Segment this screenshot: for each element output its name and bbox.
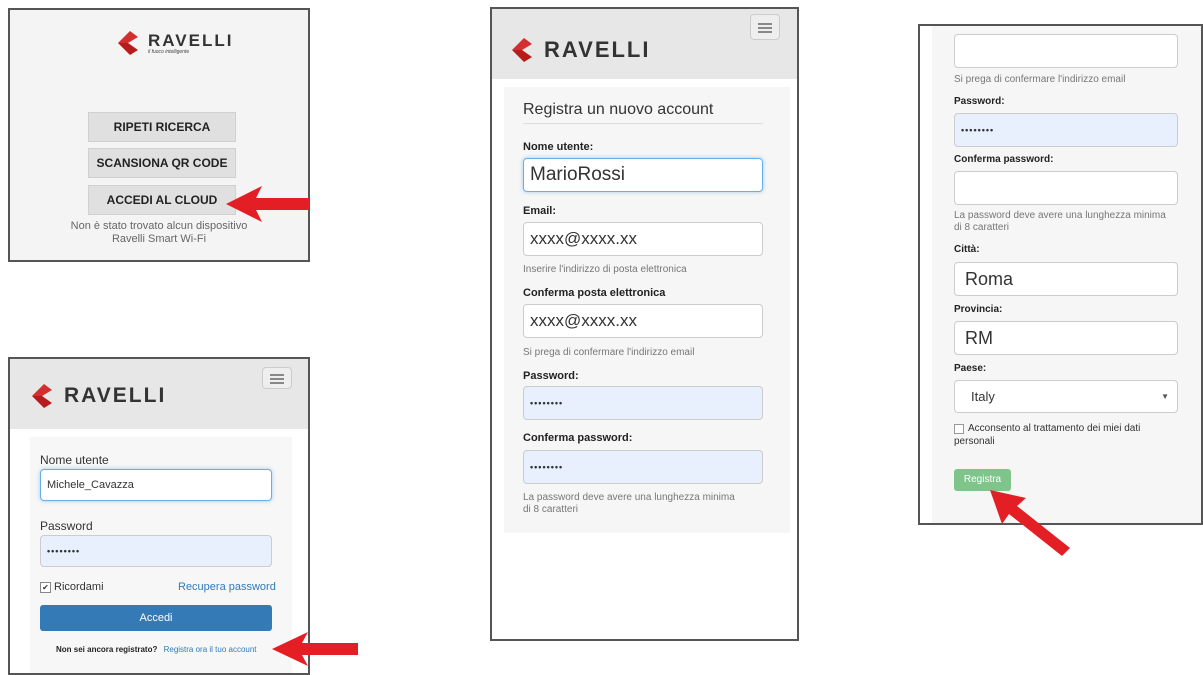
scan-qr-button[interactable]: SCANSIONA QR CODE	[88, 148, 236, 178]
ravelli-logo: RAVELLI	[508, 35, 650, 65]
login-button[interactable]: Accedi	[40, 605, 272, 631]
chevron-down-icon: ▼	[1161, 392, 1169, 401]
province-value: RM	[965, 327, 993, 348]
confirm-password-field[interactable]: ••••••••	[523, 450, 763, 484]
email-field[interactable]: xxxx@xxxx.xx	[523, 222, 763, 256]
no-device-line2: Ravelli Smart Wi-Fi	[111, 233, 207, 245]
city-value: Roma	[965, 268, 1014, 289]
confirm-password-label: Conferma password:	[523, 432, 633, 444]
ravelli-logo: RAVELLI	[28, 381, 166, 411]
confirm-email-help: Si prega di confermare l'indirizzo email	[954, 74, 1126, 85]
registration-header: RAVELLI	[492, 9, 797, 79]
title-divider	[523, 123, 763, 124]
recover-password-link[interactable]: Recupera password	[178, 581, 276, 593]
checkbox-unchecked-icon[interactable]	[954, 423, 964, 434]
username-field[interactable]: Michele_Cavazza	[40, 469, 272, 501]
registration-title: Registra un nuovo account	[523, 101, 714, 118]
login-header: RAVELLI	[10, 359, 308, 429]
password-value: ••••••••	[530, 398, 564, 408]
registration-panel: RAVELLI Registra un nuovo account Nome u…	[490, 7, 799, 641]
ravelli-flame-icon	[118, 31, 138, 55]
checkbox-checked-icon[interactable]: ✔	[40, 581, 51, 593]
password-help-line2: di 8 caratteri	[523, 504, 579, 515]
province-label: Provincia:	[954, 304, 1003, 315]
username-value: Michele_Cavazza	[47, 479, 134, 491]
country-value: Italy	[971, 389, 995, 404]
menu-icon[interactable]	[262, 367, 292, 389]
remember-me[interactable]: ✔ Ricordami	[40, 581, 104, 593]
red-arrow-registra-icon	[990, 490, 1070, 556]
consent-line1: Acconsento al trattamento dei miei dati	[968, 423, 1141, 434]
password-field[interactable]: ••••••••	[40, 535, 272, 567]
ravelli-flame-icon	[512, 38, 532, 62]
password-help-line2: di 8 caratteri	[954, 222, 1010, 233]
password-help: La password deve avere una lunghezza min…	[954, 210, 1166, 234]
username-field[interactable]: MarioRossi	[523, 158, 763, 192]
red-arrow-cloud-icon	[226, 186, 310, 222]
email-value: xxxx@xxxx.xx	[530, 229, 637, 248]
confirm-email-help: Si prega di confermare l'indirizzo email	[523, 347, 695, 358]
red-arrow-register-icon	[272, 632, 358, 666]
brand-name: RAVELLI	[148, 31, 234, 50]
not-registered-text: Non sei ancora registrato?	[56, 645, 158, 654]
register-prompt: Non sei ancora registrato? Registra ora …	[56, 645, 257, 654]
password-help-line1: La password deve avere una lunghezza min…	[954, 210, 1166, 221]
login-panel: RAVELLI Nome utente Michele_Cavazza Pass…	[8, 357, 310, 675]
country-select[interactable]: Italy ▼	[954, 380, 1178, 413]
consent-checkbox-row[interactable]: Acconsento al trattamento dei miei dati …	[954, 422, 1140, 448]
remember-me-label: Ricordami	[54, 581, 104, 593]
password-label: Password:	[954, 96, 1005, 107]
username-label: Nome utente	[40, 453, 109, 467]
username-value: MarioRossi	[530, 164, 626, 185]
confirm-email-field[interactable]	[954, 34, 1178, 68]
password-help: La password deve avere una lunghezza min…	[523, 492, 735, 516]
confirm-email-value: xxxx@xxxx.xx	[530, 311, 637, 330]
confirm-email-field[interactable]: xxxx@xxxx.xx	[523, 304, 763, 338]
consent-line2: personali	[954, 436, 995, 447]
confirm-password-label: Conferma password:	[954, 154, 1054, 165]
city-field[interactable]: Roma	[954, 262, 1178, 296]
password-field[interactable]: ••••••••	[954, 113, 1178, 147]
brand-name: RAVELLI	[64, 384, 167, 407]
password-label: Password:	[523, 370, 579, 382]
password-field[interactable]: ••••••••	[523, 386, 763, 420]
brand-name: RAVELLI	[544, 37, 651, 62]
ravelli-logo: RAVELLI il fuoco intelligente	[114, 28, 233, 58]
confirm-password-field[interactable]	[954, 171, 1178, 205]
password-label: Password	[40, 519, 93, 533]
menu-icon[interactable]	[750, 14, 780, 40]
password-value: ••••••••	[47, 546, 81, 556]
city-label: Città:	[954, 244, 980, 255]
province-field[interactable]: RM	[954, 321, 1178, 355]
email-label: Email:	[523, 205, 557, 217]
registration-continued-panel: Si prega di confermare l'indirizzo email…	[918, 24, 1203, 525]
username-label: Nome utente:	[523, 141, 594, 153]
confirm-password-value: ••••••••	[530, 462, 564, 472]
password-help-line1: La password deve avere una lunghezza min…	[523, 492, 735, 503]
repeat-search-button[interactable]: RIPETI RICERCA	[88, 112, 236, 142]
confirm-email-label: Conferma posta elettronica	[523, 287, 666, 299]
country-label: Paese:	[954, 363, 987, 374]
cloud-access-button[interactable]: ACCEDI AL CLOUD	[88, 185, 236, 215]
register-now-link[interactable]: Registra ora il tuo account	[164, 645, 257, 654]
email-help: Inserire l'indirizzo di posta elettronic…	[523, 264, 687, 275]
ravelli-flame-icon	[32, 384, 52, 408]
password-value: ••••••••	[961, 125, 995, 135]
